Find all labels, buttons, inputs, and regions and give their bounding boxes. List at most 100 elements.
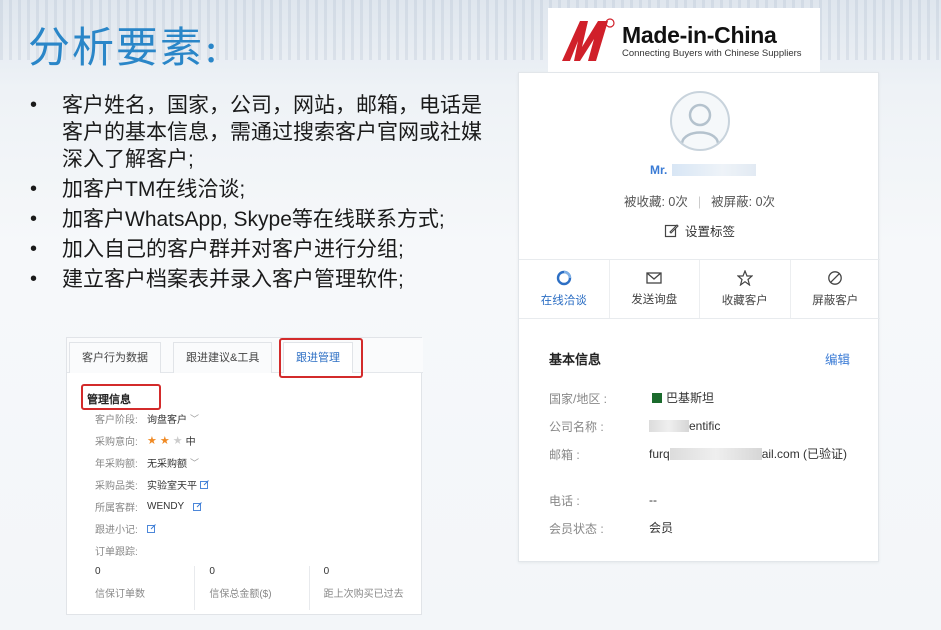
favorited-count: 被收藏: 0次 xyxy=(623,195,688,209)
info-row-email: 邮箱 : furq ail.com (已验证) xyxy=(549,446,859,463)
star-empty-icon: ★ xyxy=(172,435,183,447)
logo-tagline: Connecting Buyers with Chinese Suppliers xyxy=(622,47,802,59)
mg-value xyxy=(147,524,156,533)
action-label: 收藏客户 xyxy=(721,295,768,307)
info-label: 邮箱 : xyxy=(549,448,580,462)
group-value: WENDY xyxy=(147,501,185,512)
online-chat-button[interactable]: 在线洽谈 xyxy=(519,260,610,318)
tab-customer-behavior[interactable]: 客户行为数据 xyxy=(69,342,161,373)
info-value: -- xyxy=(649,493,657,507)
chevron-down-icon: ﹀ xyxy=(190,414,200,424)
blocked-count: 被屏蔽: 0次 xyxy=(711,195,776,209)
mg-label: 采购意向: xyxy=(95,437,138,448)
category-value: 实验室天平 xyxy=(147,481,197,492)
bullet-item: 加客户TM在线洽谈; xyxy=(30,176,490,203)
mg-row-annual-purchase[interactable]: 年采购额: 无采购额 ﹀ xyxy=(95,455,199,470)
email-end: ail.com (已验证) xyxy=(761,447,848,461)
annual-purchase-value: 无采购额 xyxy=(147,459,187,470)
mg-label: 采购品类: xyxy=(95,481,138,492)
info-label: 公司名称 : xyxy=(549,420,604,434)
bullet-item: 建立客户档案表并录入客户管理软件; xyxy=(30,266,490,293)
slide-title: 分析要素: xyxy=(28,23,221,72)
highlight-box-tab xyxy=(279,338,363,378)
set-tag-button[interactable]: 设置标签 xyxy=(664,221,735,240)
bullet-item: 加客户WhatsApp, Skype等在线联系方式; xyxy=(30,206,490,233)
edit-link-icon[interactable] xyxy=(193,502,203,511)
edit-link-icon[interactable] xyxy=(200,480,209,489)
profile-actions: 在线洽谈 发送询盘 收藏客户 屏蔽客户 xyxy=(519,259,880,319)
info-value: 会员 xyxy=(649,521,674,535)
mg-value: 询盘客户 ﹀ xyxy=(147,411,199,426)
star-filled-icon: ★ xyxy=(147,435,157,447)
intent-value: 中 xyxy=(185,437,196,448)
envelope-icon xyxy=(646,272,662,284)
panel-stats: 0 信保订单数 0 信保总金额($) 0 距上次购买已过去 xyxy=(67,566,423,610)
favorite-customer-button[interactable]: 收藏客户 xyxy=(700,260,791,318)
redacted-name xyxy=(672,164,756,176)
info-row-company: 公司名称 : entific xyxy=(549,418,859,435)
set-tag-label: 设置标签 xyxy=(685,225,736,239)
redacted-text xyxy=(649,420,689,432)
bullet-list: 客户姓名，国家，公司，网站，邮箱，电话是客户的基本信息，需通过搜索客户官网或社媒… xyxy=(30,92,490,296)
chat-icon xyxy=(556,270,571,286)
redacted-text xyxy=(669,448,762,460)
chevron-down-icon: ﹀ xyxy=(190,458,200,468)
block-customer-button[interactable]: 屏蔽客户 xyxy=(791,260,881,318)
info-row-phone: 电话 : -- xyxy=(549,492,859,509)
star-filled-icon: ★ xyxy=(159,435,170,447)
stage-value: 询盘客户 xyxy=(147,415,187,426)
mg-label: 跟进小记: xyxy=(95,525,138,536)
mg-label: 年采购额: xyxy=(95,459,138,470)
profile-stats: 被收藏: 0次 | 被屏蔽: 0次 xyxy=(519,191,880,210)
stat-last-purchase: 0 距上次购买已过去 xyxy=(310,566,423,610)
edit-link-icon[interactable] xyxy=(147,524,156,533)
pakistan-flag-icon xyxy=(649,393,662,403)
bullet-item: 加入自己的客户群并对客户进行分组; xyxy=(30,236,490,263)
action-label: 发送询盘 xyxy=(631,294,678,306)
logo-m-icon xyxy=(562,18,615,61)
mg-value: WENDY xyxy=(147,501,203,512)
email-start: furq xyxy=(649,447,670,461)
info-label: 会员状态 : xyxy=(549,522,604,536)
follow-up-panel: 客户行为数据 跟进建议&工具 跟进管理 管理信息 客户阶段: 询盘客户 ﹀ 采购意… xyxy=(66,337,423,615)
tab-follow-up-advice[interactable]: 跟进建议&工具 xyxy=(173,342,273,373)
stat-orders: 0 信保订单数 xyxy=(67,566,196,610)
mg-row-intent[interactable]: 采购意向: ★ ★ ★ 中 xyxy=(95,433,196,448)
mg-row-group[interactable]: 所属客群: WENDY xyxy=(95,499,203,514)
info-value: entific xyxy=(649,418,859,435)
stat-label: 信保订单数 xyxy=(95,589,145,600)
mg-row-category[interactable]: 采购品类: 实验室天平 xyxy=(95,477,209,492)
highlight-box-title xyxy=(81,384,161,410)
stat-amount: 0 信保总金额($) xyxy=(195,566,310,610)
info-label: 国家/地区 : xyxy=(549,392,608,406)
made-in-china-logo: Made-in-China Connecting Buyers with Chi… xyxy=(548,8,820,72)
edit-link[interactable]: 编辑 xyxy=(825,349,850,368)
mg-row-stage[interactable]: 客户阶段: 询盘客户 ﹀ xyxy=(95,411,199,426)
stat-label: 距上次购买已过去 xyxy=(323,589,404,600)
country-value: 巴基斯坦 xyxy=(666,391,715,405)
customer-profile-card: Mr. 被收藏: 0次 | 被屏蔽: 0次 设置标签 在线洽谈 发送询盘 收藏客… xyxy=(518,72,880,562)
edit-icon xyxy=(664,224,679,238)
stats-divider: | xyxy=(697,195,702,209)
mg-value: 实验室天平 xyxy=(147,477,209,492)
stat-value: 0 xyxy=(95,566,101,577)
panel-tabs: 客户行为数据 跟进建议&工具 跟进管理 xyxy=(67,338,423,373)
customer-name: Mr. xyxy=(650,163,668,177)
info-value: 巴基斯坦 xyxy=(649,390,859,407)
mg-label: 订单跟踪: xyxy=(95,547,138,558)
logo-name: Made-in-China xyxy=(622,21,777,48)
info-row-country: 国家/地区 : 巴基斯坦 xyxy=(549,390,859,407)
basic-info-title: 基本信息 xyxy=(549,352,602,367)
info-value: furq ail.com (已验证) xyxy=(649,446,859,463)
mg-label: 客户阶段: xyxy=(95,415,138,426)
info-label: 电话 : xyxy=(549,494,580,508)
action-label: 在线洽谈 xyxy=(540,295,587,307)
mg-row-notes[interactable]: 跟进小记: xyxy=(95,521,156,536)
stat-value: 0 xyxy=(323,566,330,577)
user-icon xyxy=(680,103,720,144)
send-inquiry-button[interactable]: 发送询盘 xyxy=(610,260,700,318)
block-icon xyxy=(828,271,843,285)
action-label: 屏蔽客户 xyxy=(812,295,859,307)
stat-value: 0 xyxy=(209,566,215,577)
star-icon xyxy=(736,270,753,286)
